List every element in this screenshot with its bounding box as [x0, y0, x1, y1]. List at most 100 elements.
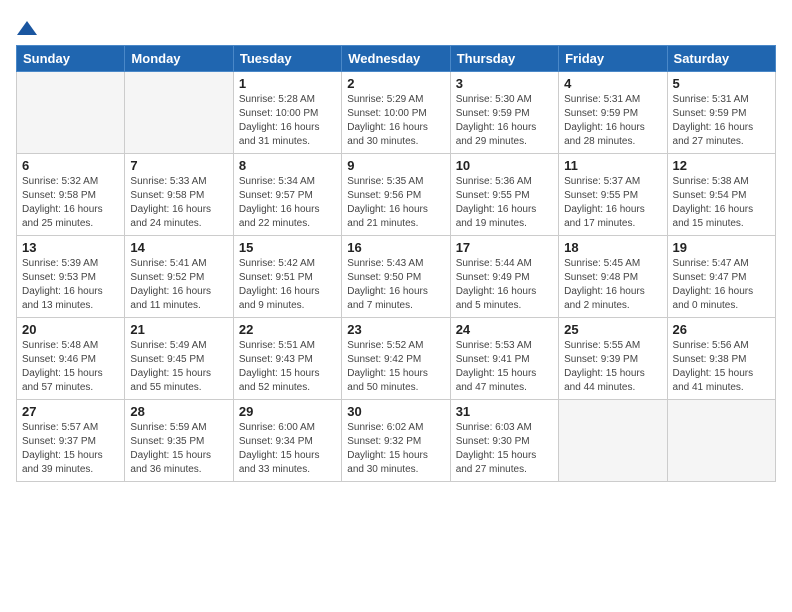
- day-info: Sunrise: 5:39 AMSunset: 9:53 PMDaylight:…: [22, 257, 119, 313]
- day-number: 13: [22, 240, 119, 255]
- calendar-cell: 23 Sunrise: 5:52 AMSunset: 9:42 PMDayligh…: [342, 318, 450, 400]
- day-number: 28: [130, 404, 227, 419]
- calendar-cell: 25 Sunrise: 5:55 AMSunset: 9:39 PMDayligh…: [559, 318, 667, 400]
- day-info: Sunrise: 5:33 AMSunset: 9:58 PMDaylight:…: [130, 175, 227, 231]
- calendar-cell: 1 Sunrise: 5:28 AMSunset: 10:00 PMDayligh…: [233, 72, 341, 154]
- calendar-cell: 31Sunrise: 6:03 AMSunset: 9:30 PMDayligh…: [450, 400, 558, 482]
- calendar-week-row: 20 Sunrise: 5:48 AMSunset: 9:46 PMDayligh…: [17, 318, 776, 400]
- calendar-cell: 29 Sunrise: 6:00 AMSunset: 9:34 PMDayligh…: [233, 400, 341, 482]
- calendar-cell: [125, 72, 233, 154]
- day-info: Sunrise: 5:41 AMSunset: 9:52 PMDaylight:…: [130, 257, 227, 313]
- day-number: 2: [347, 76, 444, 91]
- day-info: Sunrise: 5:29 AMSunset: 10:00 PMDaylight…: [347, 93, 444, 149]
- calendar-cell: 16 Sunrise: 5:43 AMSunset: 9:50 PMDayligh…: [342, 236, 450, 318]
- day-info: Sunrise: 5:45 AMSunset: 9:48 PMDaylight:…: [564, 257, 661, 313]
- day-number: 23: [347, 322, 444, 337]
- day-info: Sunrise: 5:55 AMSunset: 9:39 PMDaylight:…: [564, 339, 661, 395]
- calendar-cell: 13 Sunrise: 5:39 AMSunset: 9:53 PMDayligh…: [17, 236, 125, 318]
- day-number: 16: [347, 240, 444, 255]
- day-of-week-header: Monday: [125, 46, 233, 72]
- calendar-week-row: 6 Sunrise: 5:32 AMSunset: 9:58 PMDaylight…: [17, 154, 776, 236]
- day-of-week-header: Wednesday: [342, 46, 450, 72]
- day-number: 1: [239, 76, 336, 91]
- calendar-cell: 14 Sunrise: 5:41 AMSunset: 9:52 PMDayligh…: [125, 236, 233, 318]
- calendar-cell: 30 Sunrise: 6:02 AMSunset: 9:32 PMDayligh…: [342, 400, 450, 482]
- day-number: 20: [22, 322, 119, 337]
- calendar-cell: 3 Sunrise: 5:30 AMSunset: 9:59 PMDaylight…: [450, 72, 558, 154]
- day-number: 9: [347, 158, 444, 173]
- calendar-cell: 15 Sunrise: 5:42 AMSunset: 9:51 PMDayligh…: [233, 236, 341, 318]
- calendar-cell: 2 Sunrise: 5:29 AMSunset: 10:00 PMDayligh…: [342, 72, 450, 154]
- calendar-cell: [17, 72, 125, 154]
- day-number: 26: [673, 322, 770, 337]
- day-info: Sunrise: 5:52 AMSunset: 9:42 PMDaylight:…: [347, 339, 444, 395]
- day-info: Sunrise: 5:38 AMSunset: 9:54 PMDaylight:…: [673, 175, 770, 231]
- day-number: 24: [456, 322, 553, 337]
- day-number: 11: [564, 158, 661, 173]
- calendar-cell: 24 Sunrise: 5:53 AMSunset: 9:41 PMDayligh…: [450, 318, 558, 400]
- logo: [16, 16, 37, 37]
- day-number: 30: [347, 404, 444, 419]
- calendar-cell: 20 Sunrise: 5:48 AMSunset: 9:46 PMDayligh…: [17, 318, 125, 400]
- calendar-cell: 8 Sunrise: 5:34 AMSunset: 9:57 PMDaylight…: [233, 154, 341, 236]
- calendar-cell: 19Sunrise: 5:47 AMSunset: 9:47 PMDayligh…: [667, 236, 775, 318]
- day-number: 29: [239, 404, 336, 419]
- day-info: Sunrise: 5:30 AMSunset: 9:59 PMDaylight:…: [456, 93, 553, 149]
- day-number: 22: [239, 322, 336, 337]
- day-number: 7: [130, 158, 227, 173]
- calendar-cell: [559, 400, 667, 482]
- day-info: Sunrise: 5:34 AMSunset: 9:57 PMDaylight:…: [239, 175, 336, 231]
- day-info: Sunrise: 5:53 AMSunset: 9:41 PMDaylight:…: [456, 339, 553, 395]
- day-info: Sunrise: 6:02 AMSunset: 9:32 PMDaylight:…: [347, 421, 444, 477]
- day-of-week-header: Tuesday: [233, 46, 341, 72]
- day-info: Sunrise: 5:57 AMSunset: 9:37 PMDaylight:…: [22, 421, 119, 477]
- calendar-cell: 6 Sunrise: 5:32 AMSunset: 9:58 PMDaylight…: [17, 154, 125, 236]
- calendar-cell: 10Sunrise: 5:36 AMSunset: 9:55 PMDayligh…: [450, 154, 558, 236]
- day-info: Sunrise: 5:31 AMSunset: 9:59 PMDaylight:…: [673, 93, 770, 149]
- calendar-header-row: SundayMondayTuesdayWednesdayThursdayFrid…: [17, 46, 776, 72]
- calendar-cell: 9 Sunrise: 5:35 AMSunset: 9:56 PMDaylight…: [342, 154, 450, 236]
- calendar-table: SundayMondayTuesdayWednesdayThursdayFrid…: [16, 45, 776, 482]
- day-number: 14: [130, 240, 227, 255]
- day-info: Sunrise: 5:32 AMSunset: 9:58 PMDaylight:…: [22, 175, 119, 231]
- day-of-week-header: Thursday: [450, 46, 558, 72]
- calendar-cell: 18Sunrise: 5:45 AMSunset: 9:48 PMDayligh…: [559, 236, 667, 318]
- calendar-cell: 26 Sunrise: 5:56 AMSunset: 9:38 PMDayligh…: [667, 318, 775, 400]
- calendar-cell: 27 Sunrise: 5:57 AMSunset: 9:37 PMDayligh…: [17, 400, 125, 482]
- calendar-cell: 28Sunrise: 5:59 AMSunset: 9:35 PMDayligh…: [125, 400, 233, 482]
- day-of-week-header: Friday: [559, 46, 667, 72]
- day-number: 25: [564, 322, 661, 337]
- day-of-week-header: Saturday: [667, 46, 775, 72]
- calendar-cell: 12Sunrise: 5:38 AMSunset: 9:54 PMDayligh…: [667, 154, 775, 236]
- calendar-cell: 17Sunrise: 5:44 AMSunset: 9:49 PMDayligh…: [450, 236, 558, 318]
- calendar-week-row: 27 Sunrise: 5:57 AMSunset: 9:37 PMDayligh…: [17, 400, 776, 482]
- day-info: Sunrise: 5:37 AMSunset: 9:55 PMDaylight:…: [564, 175, 661, 231]
- day-info: Sunrise: 6:00 AMSunset: 9:34 PMDaylight:…: [239, 421, 336, 477]
- day-info: Sunrise: 5:36 AMSunset: 9:55 PMDaylight:…: [456, 175, 553, 231]
- day-number: 8: [239, 158, 336, 173]
- day-info: Sunrise: 5:42 AMSunset: 9:51 PMDaylight:…: [239, 257, 336, 313]
- day-info: Sunrise: 5:28 AMSunset: 10:00 PMDaylight…: [239, 93, 336, 149]
- day-number: 6: [22, 158, 119, 173]
- day-number: 17: [456, 240, 553, 255]
- day-number: 3: [456, 76, 553, 91]
- day-number: 31: [456, 404, 553, 419]
- calendar-week-row: 13 Sunrise: 5:39 AMSunset: 9:53 PMDayligh…: [17, 236, 776, 318]
- calendar-cell: 21 Sunrise: 5:49 AMSunset: 9:45 PMDayligh…: [125, 318, 233, 400]
- logo-triangle-icon: [17, 21, 37, 35]
- day-info: Sunrise: 5:48 AMSunset: 9:46 PMDaylight:…: [22, 339, 119, 395]
- day-info: Sunrise: 5:43 AMSunset: 9:50 PMDaylight:…: [347, 257, 444, 313]
- day-info: Sunrise: 5:56 AMSunset: 9:38 PMDaylight:…: [673, 339, 770, 395]
- calendar-cell: 5Sunrise: 5:31 AMSunset: 9:59 PMDaylight…: [667, 72, 775, 154]
- day-number: 21: [130, 322, 227, 337]
- day-info: Sunrise: 5:31 AMSunset: 9:59 PMDaylight:…: [564, 93, 661, 149]
- day-number: 19: [673, 240, 770, 255]
- day-info: Sunrise: 5:35 AMSunset: 9:56 PMDaylight:…: [347, 175, 444, 231]
- calendar-cell: 4Sunrise: 5:31 AMSunset: 9:59 PMDaylight…: [559, 72, 667, 154]
- day-info: Sunrise: 5:49 AMSunset: 9:45 PMDaylight:…: [130, 339, 227, 395]
- day-number: 27: [22, 404, 119, 419]
- day-number: 15: [239, 240, 336, 255]
- page-header: [16, 16, 776, 37]
- calendar-cell: [667, 400, 775, 482]
- calendar-cell: 11 Sunrise: 5:37 AMSunset: 9:55 PMDayligh…: [559, 154, 667, 236]
